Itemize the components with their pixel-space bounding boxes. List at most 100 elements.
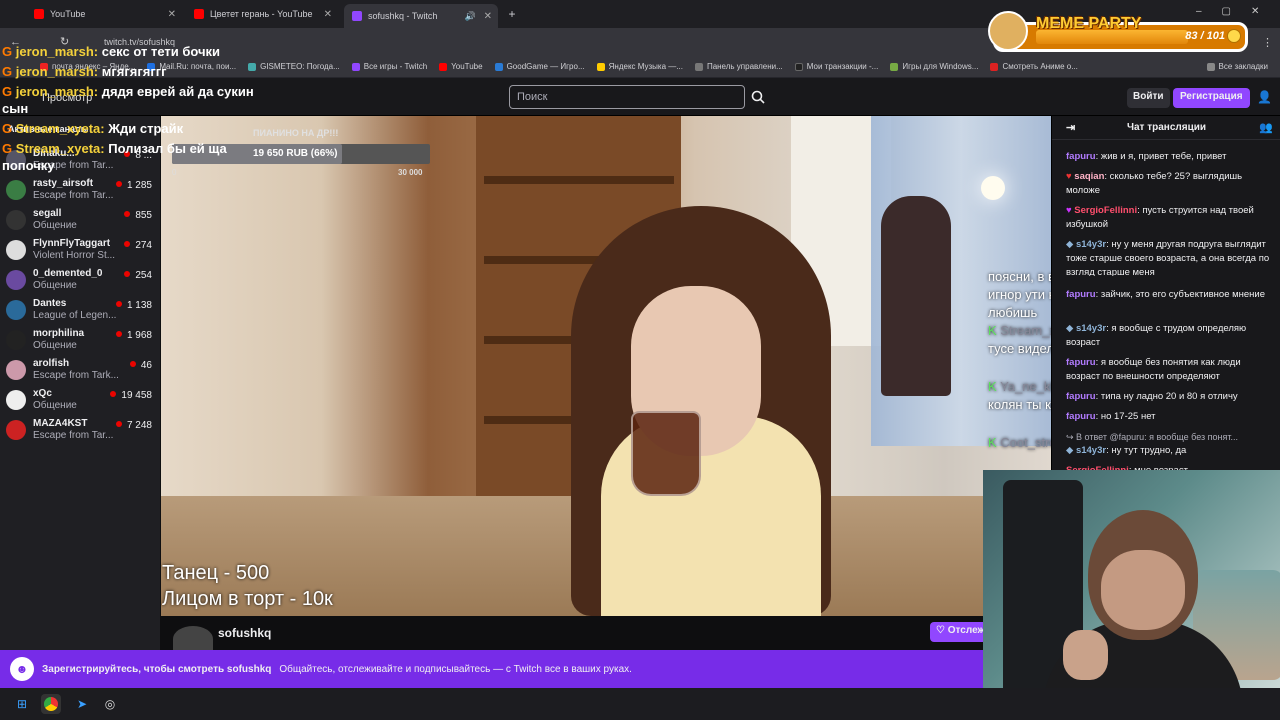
video-lamp xyxy=(981,176,1005,200)
speaker-icon[interactable]: 🔊 xyxy=(465,11,476,22)
chat-text: : жив и я, привет тебе, привет xyxy=(1095,151,1227,162)
channel-name[interactable]: sofushkq xyxy=(218,626,271,640)
login-button[interactable]: Войти xyxy=(1127,88,1170,108)
search-icon[interactable] xyxy=(747,85,769,109)
overlay-chat-user: jeron_marsh: xyxy=(15,44,99,59)
sidebar-channel[interactable]: rasty_airsoft Escape from Tar... 1 285 xyxy=(6,176,156,204)
follow-label: Отслеживать xyxy=(947,625,983,636)
sidebar-channel[interactable]: segall Общение 855 xyxy=(6,206,156,234)
bookmark[interactable]: Панель управлени... xyxy=(694,62,783,71)
tab-youtube[interactable]: YouTube ✕ xyxy=(26,4,182,24)
viewer-count: 274 xyxy=(124,240,152,251)
sidebar-channel[interactable]: morphilina Общение 1 968 xyxy=(6,326,156,354)
chrome-icon[interactable] xyxy=(41,694,61,714)
channel-game: Escape from Tar... xyxy=(33,190,114,201)
bookmark-label: GISMETEO: Погода... xyxy=(260,62,340,71)
chat-title: Чат трансляции xyxy=(1126,122,1207,133)
close-icon[interactable]: ✕ xyxy=(324,9,332,20)
chat-user[interactable]: SergioFellinni xyxy=(1074,205,1137,216)
avatar xyxy=(6,180,26,200)
telegram-icon[interactable]: ➤ xyxy=(72,694,92,714)
bookmark[interactable]: GoodGame — Игро... xyxy=(494,62,585,71)
close-icon[interactable]: ✕ xyxy=(484,11,492,22)
chat-user[interactable]: fapuru xyxy=(1066,151,1096,162)
bookmark[interactable]: Все игры - Twitch xyxy=(351,62,427,71)
chat-message: fapuru: но 17-25 нет xyxy=(1066,410,1276,424)
sidebar-channel[interactable]: MAZA4KST Escape from Tar... 7 248 xyxy=(6,416,156,444)
coin-icon xyxy=(1227,29,1241,43)
obs-icon[interactable]: ◎ xyxy=(100,694,120,714)
folder-icon xyxy=(694,62,703,71)
avatar xyxy=(6,420,26,440)
chat-reply: ↪ В ответ @fapuru: я вообще без понят... xyxy=(1066,430,1276,444)
channel-game: Общение xyxy=(33,280,77,291)
kick-icon: K xyxy=(988,323,1001,338)
chat-user[interactable]: s14y3r xyxy=(1076,445,1106,456)
youtube-icon xyxy=(194,9,204,19)
collapse-icon[interactable]: ⇥ xyxy=(1066,121,1075,134)
new-tab-button[interactable]: + xyxy=(503,4,521,24)
heart-icon: ♡ xyxy=(936,625,948,636)
bookmark[interactable]: Игры для Windows... xyxy=(890,62,978,71)
close-icon[interactable]: ✕ xyxy=(168,9,176,20)
sidebar-channel[interactable]: 0_demented_0 Общение 254 xyxy=(6,266,156,294)
viewer-count: 1 138 xyxy=(116,300,152,311)
chat-user[interactable]: fapuru xyxy=(1066,357,1096,368)
bookmark[interactable]: GISMETEO: Погода... xyxy=(248,62,340,71)
follow-button[interactable]: ♡ Отслеживать xyxy=(930,622,983,642)
badge-icon: ◆ xyxy=(1066,323,1076,334)
all-bookmarks[interactable]: Все закладки xyxy=(1206,62,1268,71)
overlay-chat-line: G jeron_marsh: мгягягяггг xyxy=(2,64,167,79)
overlay-chat-user: jeron_marsh: xyxy=(15,84,99,99)
bookmark[interactable]: Смотреть Аниме о... xyxy=(990,62,1078,71)
bookmark-label: Панель управлени... xyxy=(706,62,783,71)
overlay-message-text: колян ты киборг xyxy=(988,397,1051,412)
chat-user[interactable]: fapuru xyxy=(1066,289,1096,300)
video-player[interactable]: Танец - 500 Лицом в торт - 10к поясни, в… xyxy=(161,116,1051,616)
bookmark[interactable]: Мои транзакции -... xyxy=(794,62,878,71)
overlay-chat-text: Жди страйк xyxy=(104,121,184,136)
tab-geranium[interactable]: Цветет герань - YouTube ✕ xyxy=(186,4,338,24)
overlay-chat-text: секс от тети бочки xyxy=(98,44,221,59)
search-input[interactable]: Поиск xyxy=(509,85,745,109)
donation-menu-line: Танец - 500 xyxy=(162,562,270,584)
chat-user[interactable]: s14y3r xyxy=(1076,323,1106,334)
signup-button[interactable]: Регистрация xyxy=(1173,88,1250,108)
chat-user[interactable]: fapuru xyxy=(1066,391,1096,402)
weather-icon xyxy=(248,62,257,71)
sidebar-channel[interactable]: FlynnFlyTaggart Violent Horror St... 274 xyxy=(6,236,156,264)
sidebar-channel[interactable]: Dantes League of Legen... 1 138 xyxy=(6,296,156,324)
signup-banner[interactable]: ☻ Зарегистрируйтесь, чтобы смотреть sofu… xyxy=(0,650,983,688)
chat-message: fapuru: жив и я, привет тебе, привет xyxy=(1066,150,1276,164)
chat-message: ◆ s14y3r: ну у меня другая подруга выгля… xyxy=(1066,238,1276,276)
chat-user[interactable]: s14y3r xyxy=(1076,239,1106,250)
channel-avatar[interactable] xyxy=(173,626,213,652)
stream-overlay-message: K Ya_ne_khochu_umeret: колян ты киборг xyxy=(988,378,1051,414)
channel-info-bar: sofushkq xyxy=(161,616,983,652)
video-tea-cup xyxy=(631,411,701,496)
chat-text: : зайчик, это его субъективное мнение xyxy=(1095,289,1266,300)
sidebar-channel[interactable]: xQc Общение 19 458 xyxy=(6,386,156,414)
channel-game: Escape from Tark... xyxy=(33,370,118,381)
bookmark[interactable]: YouTube xyxy=(439,62,483,71)
menu-icon[interactable]: ⋮ xyxy=(1262,36,1273,49)
meme-party-bar: MEME PARTY 83 / 101 xyxy=(988,11,1248,52)
windows-start-icon[interactable]: ⊞ xyxy=(12,694,32,714)
tab-twitch[interactable]: sofushkq - Twitch 🔊 ✕ xyxy=(344,4,498,28)
window-controls[interactable]: –▢✕ xyxy=(1196,6,1279,17)
bookmark[interactable]: Яндекс Музыка —... xyxy=(596,62,683,71)
sidebar-channel[interactable]: arolfish Escape from Tark... 46 xyxy=(6,356,156,384)
channel-name: segall xyxy=(33,208,62,219)
users-icon[interactable]: 👥 xyxy=(1259,121,1273,134)
user-icon[interactable]: 👤 xyxy=(1257,90,1272,104)
chat-user[interactable]: saqian xyxy=(1074,171,1104,182)
youtube-icon xyxy=(34,9,44,19)
chat-message: ◆ s14y3r: ну тут трудно, да xyxy=(1066,444,1276,458)
kick-icon: K xyxy=(988,379,1001,394)
avatar xyxy=(6,270,26,290)
avatar xyxy=(6,300,26,320)
viewer-count: 19 458 xyxy=(110,390,152,401)
chat-user[interactable]: fapuru xyxy=(1066,411,1096,422)
goal-min: 0 xyxy=(172,168,177,177)
bookmark-label: Все закладки xyxy=(1218,62,1268,71)
